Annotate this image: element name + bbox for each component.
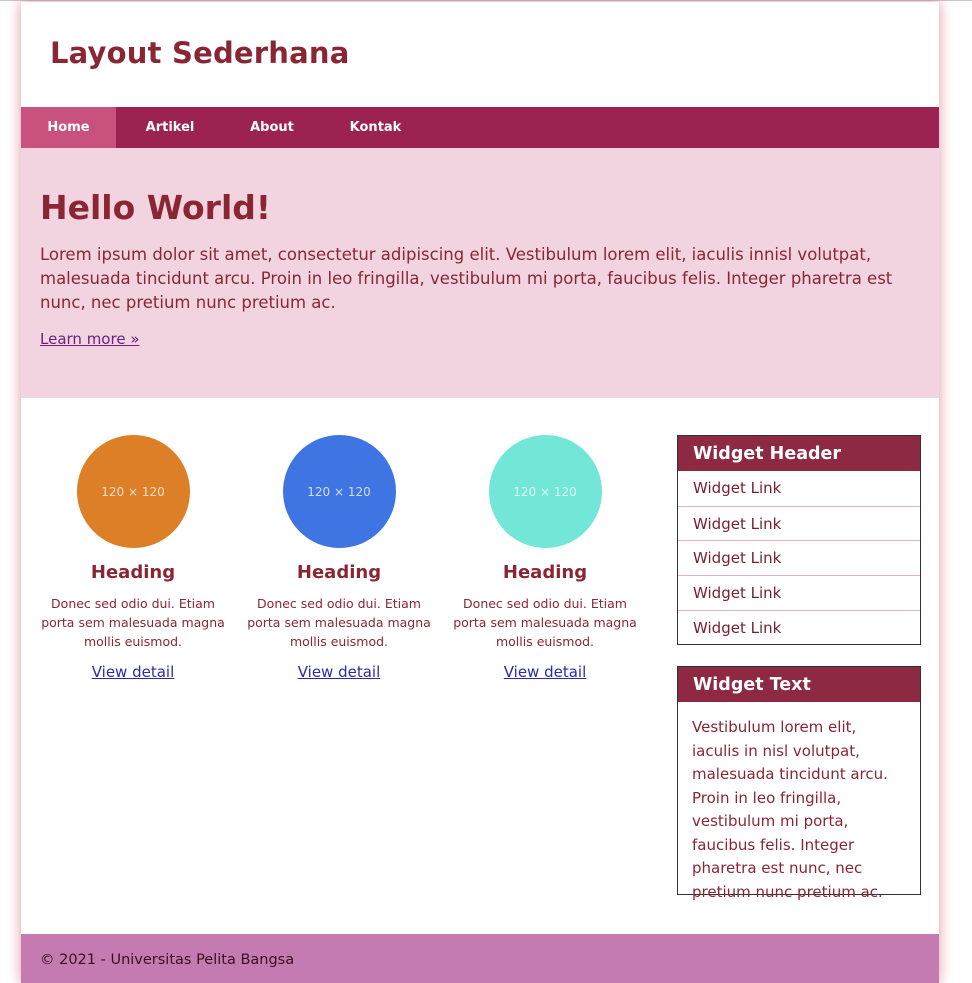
window-top-border [0,0,972,1]
feature-text: Donec sed odio dui. Etiam porta sem male… [453,596,637,649]
nav-item-kontak[interactable]: Kontak [320,107,431,148]
nav-item-about[interactable]: About [224,107,320,148]
feature-heading: Heading [502,562,588,583]
feature-text: Donec sed odio dui. Etiam porta sem male… [41,596,225,649]
widget-link-list: Widget Link Widget Link Widget Link Widg… [678,471,920,644]
widget-link[interactable]: Widget Link [678,609,920,645]
feature-text: Donec sed odio dui. Etiam porta sem male… [247,596,431,649]
widget-links: Widget Header Widget Link Widget Link Wi… [677,435,921,646]
feature-card: 120 × 120 Heading Donec sed odio dui. Et… [241,435,437,681]
widget-text-body: Vestibulum lorem elit, iaculis in nisl v… [692,718,888,901]
site-title: Layout Sederhana [50,36,350,70]
widget-link[interactable]: Widget Link [678,575,920,610]
nav-item-home[interactable]: Home [21,107,116,148]
feature-image-placeholder: 120 × 120 [488,435,602,548]
feature-card: 120 × 120 Heading Donec sed odio dui. Et… [35,435,231,681]
nav-item-artikel[interactable]: Artikel [116,107,224,148]
feature-heading: Heading [296,562,382,583]
feature-image-placeholder: 120 × 120 [76,435,190,548]
feature-card: 120 × 120 Heading Donec sed odio dui. Et… [447,435,643,681]
view-detail-link[interactable]: View detail [92,663,175,681]
widget-text: Widget Text Vestibulum lorem elit, iacul… [677,666,921,901]
hero-section: Hello World! Lorem ipsum dolor sit amet,… [21,148,939,398]
widget-header-title: Widget Header [678,436,920,471]
view-detail-link[interactable]: View detail [504,663,587,681]
main-content: 120 × 120 Heading Donec sed odio dui. Et… [21,398,939,934]
footer-copyright: © 2021 - Universitas Pelita Bangsa [40,952,295,968]
widget-link[interactable]: Widget Link [678,540,920,575]
feature-image-placeholder: 120 × 120 [282,435,396,548]
view-detail-link[interactable]: View detail [298,663,381,681]
site-header: Layout Sederhana [21,2,939,107]
site-footer: © 2021 - Universitas Pelita Bangsa [21,934,939,983]
hero-title: Hello World! [40,188,271,227]
hero-text: Lorem ipsum dolor sit amet, consectetur … [40,245,893,312]
widget-link[interactable]: Widget Link [678,471,920,506]
widget-link[interactable]: Widget Link [678,505,920,541]
page-container: Layout Sederhana Home Artikel About Kont… [21,2,939,983]
main-nav: Home Artikel About Kontak [21,107,939,148]
feature-heading: Heading [90,562,176,583]
widget-text-title: Widget Text [678,667,920,702]
learn-more-link[interactable]: Learn more » [40,330,140,348]
